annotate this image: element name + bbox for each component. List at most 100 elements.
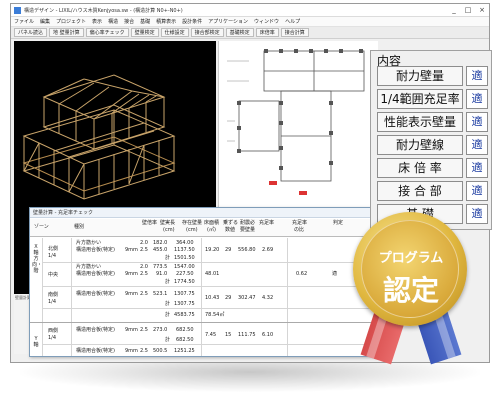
zone-north-sub: 1/4 <box>48 253 57 259</box>
row-total-label: 計 <box>165 255 171 261</box>
menu-application[interactable]: アプリケーション <box>208 18 248 25</box>
item-wall-lines[interactable]: 耐力壁線 <box>377 135 463 155</box>
row-factor: 2.5 <box>140 271 148 277</box>
dialog-table-body[interactable]: X軸方向・階 Y軸 北側 1/4 片方筋かい 2.0 182.0 364.00 … <box>30 238 379 356</box>
grand-total-label: 計 <box>165 312 171 318</box>
row-amount: 1251.25 <box>174 348 195 354</box>
row-type: 構造用合板(特定) <box>76 348 115 354</box>
zone-required: 556.80 <box>238 247 256 253</box>
menu-view[interactable]: 表示 <box>92 18 102 25</box>
row-unit: 9mm <box>125 291 138 297</box>
toolbar-button-panel-load[interactable]: パネル読込 <box>14 28 48 37</box>
zone-area: 48.01 <box>205 271 220 277</box>
header-type: 種別 <box>74 224 85 230</box>
maximize-button[interactable]: □ <box>461 4 475 16</box>
toolbar-button-wall-calc[interactable]: 地 壁量計算 <box>49 28 84 37</box>
row-amount: 1547.00 <box>174 264 195 270</box>
item-quarter-ratio[interactable]: 1/4範囲充足率 <box>377 89 463 109</box>
minimize-button[interactable]: _ <box>447 4 461 16</box>
row-total: 1307.75 <box>174 301 195 307</box>
apply-performance-wall[interactable]: 適 <box>466 112 488 132</box>
divider <box>42 238 43 356</box>
dialog-title-bar: 壁量計算 - 充足率チェック × <box>30 208 379 218</box>
axis-y-label: Y軸 <box>33 336 39 348</box>
zone-rate: 4.32 <box>262 295 274 301</box>
zone-ratio: 0.62 <box>296 271 308 277</box>
row-total: 1501.50 <box>174 255 195 261</box>
apply-foundation[interactable]: 適 <box>466 204 488 224</box>
zone-west: 西側 <box>48 328 59 334</box>
header-mult-sub: 数値 <box>225 227 236 233</box>
toolbar-button-joint-calc[interactable]: 接合計算 <box>280 28 309 37</box>
axis-x-label: X軸方向・階 <box>32 244 43 274</box>
header-zone: ゾーン <box>34 224 49 230</box>
toolbar-button-joint-check[interactable]: 接合部検定 <box>190 28 224 37</box>
header-area: 床面積 <box>204 220 220 226</box>
menu-window[interactable]: ウィンドウ <box>254 18 279 25</box>
title-bar: 構造デザイン - LIXIL/ハウス木質Kenjyosa.sw - (構造計算 … <box>11 4 489 17</box>
apply-quarter-ratio[interactable]: 適 <box>466 89 488 109</box>
header-ratio-sub: の比 <box>294 227 305 233</box>
zone-mult: 29 <box>225 247 232 253</box>
dialog-table-header: ゾーン 種別 壁倍率 壁実長 (cm) 存在壁量 (cm) 床面積 (㎡) 乗ず… <box>30 219 379 237</box>
apply-floor-rate[interactable]: 適 <box>466 158 488 178</box>
app-icon <box>14 6 21 14</box>
menu-structure[interactable]: 構造 <box>108 18 118 25</box>
row-length: 523.1 <box>153 291 168 297</box>
apply-wall-lines[interactable]: 適 <box>466 135 488 155</box>
item-floor-rate[interactable]: 床 倍 率 <box>377 158 463 178</box>
row-total-label: 計 <box>165 279 171 285</box>
zone-required: 302.47 <box>238 295 256 301</box>
menu-edit[interactable]: 編集 <box>40 18 50 25</box>
row-amount: 1137.50 <box>174 247 195 253</box>
menu-file[interactable]: ファイル <box>14 18 34 25</box>
row-total-label: 計 <box>165 337 171 343</box>
plan-view[interactable] <box>218 41 378 221</box>
row-amount: 682.50 <box>176 327 194 333</box>
menu-joint[interactable]: 接合 <box>124 18 134 25</box>
header-amount: 存在壁量 <box>182 220 203 226</box>
header-area-unit: (㎡) <box>207 227 216 233</box>
zone-required: 111.75 <box>238 332 256 338</box>
divider <box>42 344 379 345</box>
zone-area: 19.20 <box>205 247 220 253</box>
toolbar: パネル読込 地 壁量計算 偏心率チェック 壁量検定 仕様設定 接合部検定 基礎検… <box>11 27 489 39</box>
toolbar-button-spec[interactable]: 仕様設定 <box>160 28 189 37</box>
row-type: 片方筋かい <box>76 240 102 246</box>
menu-bar: ファイル 編集 プロジェクト 表示 構造 接合 基礎 積算表示 設計条件 アプリ… <box>11 17 489 27</box>
item-joints[interactable]: 接 合 部 <box>377 181 463 201</box>
toolbar-button-foundation[interactable]: 基礎検定 <box>225 28 254 37</box>
toolbar-button-floor-rate[interactable]: 床倍率 <box>255 28 279 37</box>
zone-mult: 29 <box>225 295 232 301</box>
header-ratio: 充足率 <box>292 220 308 226</box>
row-amount: 364.00 <box>176 240 194 246</box>
menu-estimate[interactable]: 積算表示 <box>156 18 176 25</box>
menu-project[interactable]: プロジェクト <box>56 18 86 25</box>
apply-joints[interactable]: 適 <box>466 181 488 201</box>
header-mult: 乗ずる <box>223 220 239 226</box>
toolbar-button-eccentricity[interactable]: 偏心率チェック <box>85 28 129 37</box>
toolbar-button-wall-check[interactable]: 壁量検定 <box>130 28 159 37</box>
row-length: 455.0 <box>153 247 168 253</box>
header-required-sub: 要壁量 <box>240 227 256 233</box>
header-amount-unit: (cm) <box>186 227 198 233</box>
item-bearing-wall[interactable]: 耐力壁量 <box>377 66 463 86</box>
row-factor: 2.5 <box>140 327 148 333</box>
row-unit: 9mm <box>125 247 138 253</box>
apply-bearing-wall[interactable]: 適 <box>466 66 488 86</box>
window-title: 構造デザイン - LIXIL/ハウス木質Kenjyosa.sw - (構造計算 … <box>24 7 183 14</box>
close-button[interactable]: × <box>475 4 489 16</box>
zone-south: 南側 <box>48 292 59 298</box>
item-performance-wall[interactable]: 性能表示壁量 <box>377 112 463 132</box>
row-length: 773.5 <box>153 264 168 270</box>
header-length: 壁実長 <box>160 220 176 226</box>
row-type: 構造用合板(特定) <box>76 271 115 277</box>
row-type: 構造用合板(特定) <box>76 247 115 253</box>
grand-total: 4583.75 <box>174 312 195 318</box>
badge-text-certified: 認定 <box>382 274 439 307</box>
menu-help[interactable]: ヘルプ <box>285 18 300 25</box>
row-unit: 9mm <box>125 327 138 333</box>
menu-foundation[interactable]: 基礎 <box>140 18 150 25</box>
row-length: 273.0 <box>153 327 168 333</box>
menu-conditions[interactable]: 設計条件 <box>182 18 202 25</box>
